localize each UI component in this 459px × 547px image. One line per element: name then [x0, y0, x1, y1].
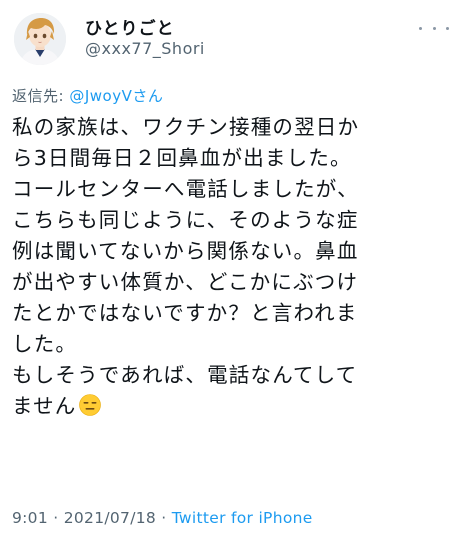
tweet-text-line: ら3日間毎日２回鼻血が出ました。	[12, 146, 352, 170]
user-handle[interactable]: @xxx77_Shori	[85, 39, 205, 58]
tweet-text-line: もしそうであれば、電話なんてして	[12, 363, 358, 387]
reply-to-mention-link[interactable]: @JwoyVさん	[69, 87, 163, 105]
tweet-text: 私の家族は、ワクチン接種の翌日か ら3日間毎日２回鼻血が出ました。 コールセンタ…	[12, 112, 452, 422]
avatar[interactable]	[14, 13, 66, 65]
tweet-text-last-fragment: ません	[12, 394, 77, 418]
tweet-text-line: が出やすい体質か、どこかにぶつけ	[12, 270, 359, 294]
tweet-text-line: した。	[12, 332, 78, 356]
tweet-text-line: コールセンターへ電話しましたが、	[12, 177, 359, 201]
meta-separator: ·	[48, 509, 64, 527]
avatar-illustration	[14, 13, 66, 65]
expressionless-face-emoji-icon	[78, 394, 101, 416]
reply-to-prefix: 返信先:	[12, 87, 70, 105]
tweet-source-link[interactable]: Twitter for iPhone	[172, 509, 313, 527]
tweet-text-line: 私の家族は、ワクチン接種の翌日か	[12, 115, 360, 139]
tweet-time[interactable]: 9:01	[12, 509, 48, 527]
meta-separator: ·	[156, 509, 172, 527]
tweet-text-line: たとかではないですか？と言われま	[12, 301, 358, 325]
tweet-text-line: こちらも同じように、そのような症	[12, 208, 359, 232]
tweet-meta: 9:01 · 2021/07/18 · Twitter for iPhone	[12, 509, 313, 527]
more-options-icon[interactable]	[419, 20, 449, 36]
tweet-text-line: 例は聞いてないから関係ない。鼻血	[12, 239, 359, 263]
reply-to-line: 返信先: @JwoyVさん	[12, 85, 163, 106]
tweet-text-line-last: ません	[12, 391, 452, 422]
tweet-date[interactable]: 2021/07/18	[64, 509, 156, 527]
display-name[interactable]: ひとりごと	[85, 14, 175, 39]
